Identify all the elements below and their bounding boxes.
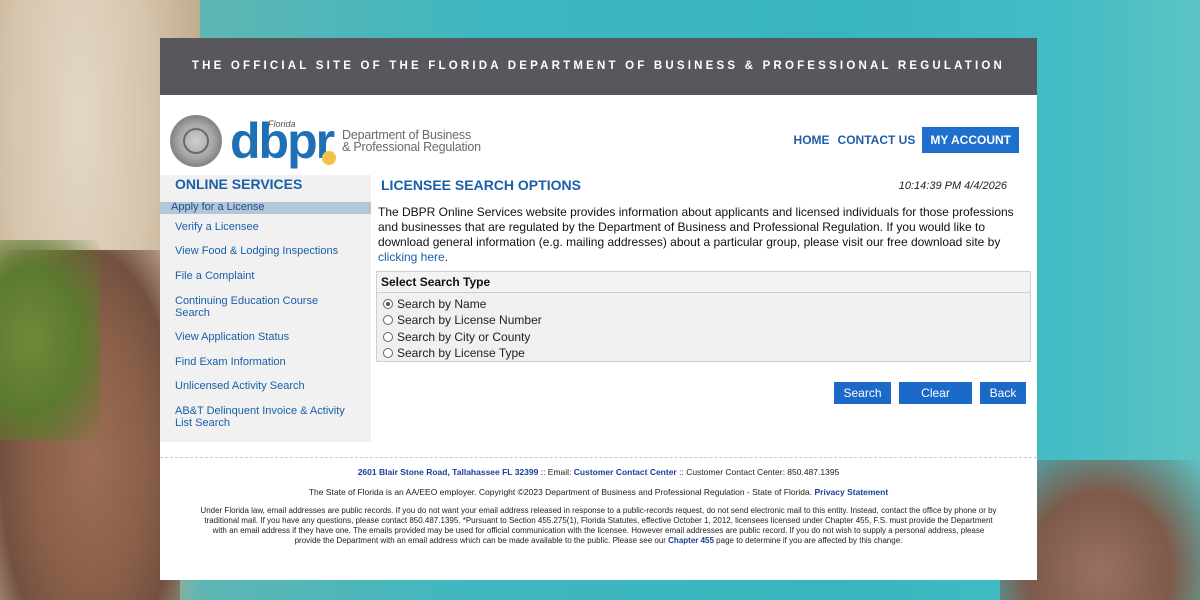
sidebar-item-food-lodging[interactable]: View Food & Lodging Inspections: [175, 245, 355, 257]
address-link[interactable]: 2601 Blair Stone Road, Tallahassee FL 32…: [358, 467, 539, 477]
footer-phone: :: Customer Contact Center: 850.487.1395: [676, 467, 840, 477]
sidebar-item-unlicensed-activity[interactable]: Unlicensed Activity Search: [175, 380, 355, 392]
sidebar-item-verify-licensee[interactable]: Verify a Licensee: [175, 221, 355, 233]
download-site-link[interactable]: clicking here: [378, 250, 445, 264]
main-panel: dbpr Florida Department of Business & Pr…: [160, 95, 1037, 580]
option-label: Search by Name: [397, 297, 487, 311]
logo-florida-text: Florida: [268, 119, 296, 129]
option-search-by-license-type[interactable]: Search by License Type: [383, 346, 525, 360]
nav-contact-us[interactable]: CONTACT US: [838, 133, 916, 147]
footer-separator: :: Email:: [538, 467, 574, 477]
clear-button[interactable]: Clear: [899, 382, 972, 404]
sidebar-item-label: Apply for a License: [171, 201, 265, 213]
search-button[interactable]: Search: [834, 382, 891, 404]
option-search-by-license-number[interactable]: Search by License Number: [383, 313, 542, 327]
department-name: Department of Business & Professional Re…: [342, 129, 481, 154]
top-nav: HOME CONTACT US MY ACCOUNT: [794, 127, 1019, 153]
nav-my-account-button[interactable]: MY ACCOUNT: [922, 127, 1019, 153]
privacy-statement-link[interactable]: Privacy Statement: [814, 487, 888, 497]
radio-icon[interactable]: [383, 315, 393, 325]
intro-text: The DBPR Online Services website provide…: [378, 205, 1014, 264]
sidebar-title: ONLINE SERVICES: [175, 176, 303, 192]
sidebar-item-apply-license[interactable]: Apply for a License: [160, 201, 371, 214]
background-foliage: [0, 240, 100, 440]
dbpr-logo[interactable]: dbpr Florida Department of Business & Pr…: [170, 113, 490, 169]
radio-icon[interactable]: [383, 348, 393, 358]
chapter-455-link[interactable]: Chapter 455: [668, 536, 714, 545]
radio-icon[interactable]: [383, 299, 393, 309]
footer-copyright-line: The State of Florida is an AA/EEO employ…: [160, 487, 1037, 497]
legal-text-end: page to determine if you are affected by…: [713, 536, 903, 545]
copyright-text: The State of Florida is an AA/EEO employ…: [308, 487, 815, 497]
sidebar: ONLINE SERVICES Apply for a License Veri…: [160, 175, 371, 442]
customer-contact-link[interactable]: Customer Contact Center: [574, 467, 677, 477]
option-label: Search by License Type: [397, 346, 525, 360]
option-label: Search by City or County: [397, 330, 531, 344]
footer-contact-line: 2601 Blair Stone Road, Tallahassee FL 32…: [160, 467, 1037, 477]
radio-icon[interactable]: [383, 332, 393, 342]
option-search-by-name[interactable]: Search by Name: [383, 297, 486, 311]
official-site-banner: THE OFFICIAL SITE OF THE FLORIDA DEPARTM…: [160, 38, 1037, 95]
sidebar-item-ce-course-search[interactable]: Continuing Education Course Search: [175, 295, 355, 319]
sidebar-item-file-complaint[interactable]: File a Complaint: [175, 270, 355, 282]
sidebar-item-application-status[interactable]: View Application Status: [175, 331, 355, 343]
timestamp: 10:14:39 PM 4/4/2026: [898, 180, 1007, 192]
sun-icon: [322, 151, 336, 165]
sidebar-item-exam-info[interactable]: Find Exam Information: [175, 356, 355, 368]
option-search-by-city-county[interactable]: Search by City or County: [383, 330, 530, 344]
legal-notice: Under Florida law, email addresses are p…: [200, 506, 997, 546]
nav-home[interactable]: HOME: [794, 133, 830, 147]
sidebar-item-abt-delinquent[interactable]: AB&T Delinquent Invoice & Activity List …: [175, 405, 355, 429]
page-title: LICENSEE SEARCH OPTIONS: [381, 177, 581, 193]
florida-seal-icon: [170, 115, 222, 167]
back-button[interactable]: Back: [980, 382, 1026, 404]
footer-divider: [160, 457, 1037, 458]
department-line-2: & Professional Regulation: [342, 140, 481, 154]
option-label: Search by License Number: [397, 313, 542, 327]
search-type-header: Select Search Type: [377, 272, 1030, 293]
search-type-box: Select Search Type Search by Name Search…: [376, 271, 1031, 362]
intro-paragraph: The DBPR Online Services website provide…: [378, 205, 1014, 249]
